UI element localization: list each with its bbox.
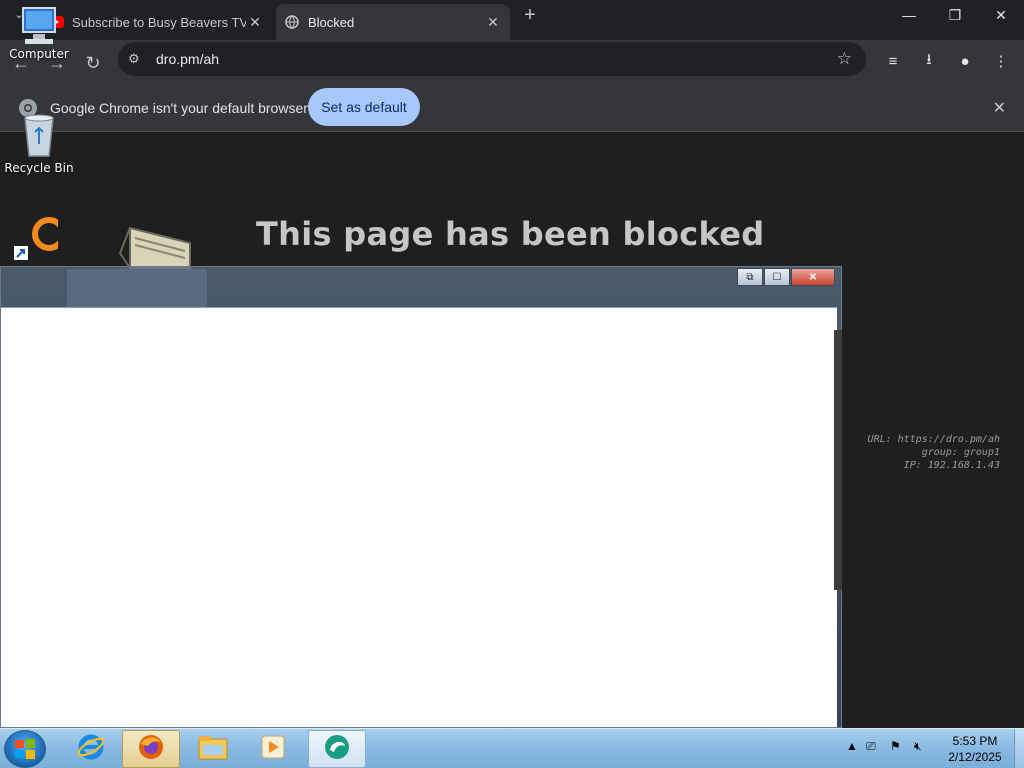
volume-muted-icon[interactable]: 🔇︎ <box>914 739 922 754</box>
action-center-flag-icon[interactable]: ⚑ <box>890 739 901 753</box>
desktop-icon-recycle-bin[interactable]: Recycle Bin <box>4 110 74 175</box>
restore-icon[interactable]: ❐ <box>932 0 978 30</box>
computer-icon <box>6 6 72 51</box>
show-hidden-icons-icon[interactable]: ▲ <box>846 739 858 753</box>
reload-icon[interactable]: ↻ <box>78 48 108 78</box>
firefox-icon <box>136 732 166 767</box>
show-desktop-button[interactable] <box>1014 729 1024 768</box>
system-clock[interactable]: 5:53 PM 2/12/2025 <box>940 733 1010 765</box>
file-explorer-icon <box>197 733 229 766</box>
meta-url: URL: https://dro.pm/ah <box>867 434 1000 445</box>
tab-title: Subscribe to Busy Beavers TV fo <box>72 14 246 30</box>
globe-icon <box>284 14 300 30</box>
url-text: dro.pm/ah <box>156 51 220 67</box>
tab-subscribe[interactable]: Subscribe to Busy Beavers TV fo ✕ <box>40 4 272 40</box>
meta-group: group: group1 <box>921 447 1000 458</box>
taskbar-media-player[interactable] <box>244 730 302 768</box>
shortcut-arrow-icon <box>14 246 28 263</box>
window-close-icon[interactable]: ✕ <box>791 268 835 286</box>
desktop-icon-label: Computer <box>9 47 69 61</box>
overlay-window[interactable]: ⧉ ☐ ✕ <box>0 266 842 728</box>
close-tab-icon[interactable]: ✕ <box>484 13 502 31</box>
scrollbar[interactable] <box>834 330 842 590</box>
close-window-icon[interactable]: ✕ <box>978 0 1024 30</box>
menu-icon[interactable]: ⋮ <box>988 48 1014 74</box>
windows-logo-icon <box>15 739 35 759</box>
close-tab-icon[interactable]: ✕ <box>246 13 264 31</box>
meta-ip: IP: 192.168.1.43 <box>903 460 1000 471</box>
taskbar: ▲ ⎚ ⚑ 🔇︎ 5:53 PM 2/12/2025 <box>0 728 1024 768</box>
site-info-icon[interactable]: ⚙ <box>128 51 148 67</box>
tab-blocked[interactable]: Blocked ✕ <box>276 4 510 40</box>
desktop-icon-computer[interactable]: Computer <box>6 6 72 61</box>
bookmark-star-icon[interactable]: ☆ <box>837 49 852 69</box>
download-icon[interactable]: ⭳ <box>916 48 942 74</box>
taskbar-firefox[interactable] <box>122 730 180 768</box>
desktop-icon-label: Recycle Bin <box>4 161 74 175</box>
recycle-bin-icon <box>4 110 74 161</box>
window-restore-icon[interactable]: ⧉ <box>737 268 763 286</box>
default-browser-infobar: Google Chrome isn't your default browser… <box>0 88 1024 132</box>
network-icon[interactable]: ⎚ <box>866 739 876 754</box>
new-tab-icon[interactable]: + <box>518 4 542 28</box>
app-icon <box>322 732 352 767</box>
tab-strip: ⌄ Subscribe to Busy Beavers TV fo ✕ Bloc… <box>0 0 1024 40</box>
desktop-icon-shortcut[interactable] <box>12 214 66 260</box>
media-player-icon <box>259 733 287 766</box>
clock-time: 5:53 PM <box>952 734 998 748</box>
block-meta: URL: https://dro.pm/ah group: group1 IP:… <box>868 433 1000 472</box>
page-heading: This page has been blocked <box>256 215 765 253</box>
profile-icon[interactable]: ● <box>952 48 978 74</box>
taskbar-app[interactable] <box>308 730 366 768</box>
browser-toolbar: ← → ↻ ⚙ dro.pm/ah ☆ ≡ ⭳ ● ⋮ <box>0 40 1024 88</box>
start-button[interactable] <box>4 730 46 768</box>
close-infobar-icon[interactable]: ✕ <box>993 98 1006 118</box>
window-titlebar[interactable]: ⧉ ☐ ✕ <box>1 267 841 307</box>
reading-list-icon[interactable]: ≡ <box>880 48 906 74</box>
window-title-area <box>67 269 207 307</box>
clock-date: 2/12/2025 <box>948 750 1002 764</box>
address-bar[interactable]: ⚙ dro.pm/ah ☆ <box>118 42 866 76</box>
taskbar-file-explorer[interactable] <box>184 730 242 768</box>
window-client-area[interactable] <box>1 307 837 727</box>
infobar-message: Google Chrome isn't your default browser <box>50 100 308 116</box>
minimize-icon[interactable]: — <box>886 0 932 30</box>
set-as-default-button[interactable]: Set as default <box>308 88 420 126</box>
taskbar-internet-explorer[interactable] <box>62 730 120 768</box>
window-maximize-icon[interactable]: ☐ <box>764 268 790 286</box>
tab-title: Blocked <box>308 14 355 30</box>
internet-explorer-icon <box>76 732 106 767</box>
